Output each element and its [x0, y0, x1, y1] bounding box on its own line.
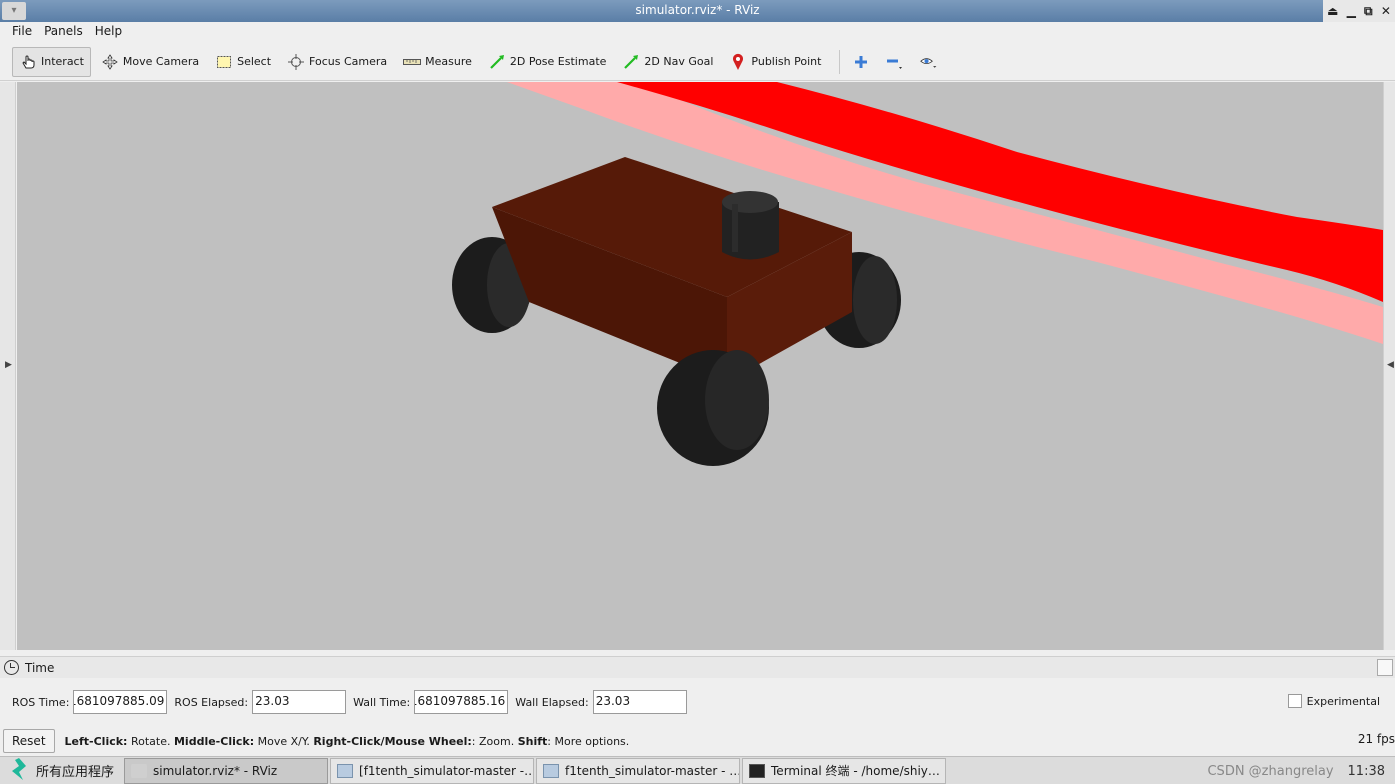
tool-interact[interactable]: Interact	[12, 46, 91, 77]
fps-counter: 21 fps	[1357, 732, 1395, 746]
app-launcher-icon	[10, 757, 28, 784]
task-label: [f1tenth_simulator-master -…	[359, 763, 535, 778]
tool-label: Move Camera	[122, 55, 200, 68]
remove-tool-button[interactable]	[882, 47, 908, 77]
tool-select[interactable]: Select	[209, 47, 277, 77]
ros-elapsed-label: ROS Elapsed:	[174, 695, 249, 709]
task-label: f1tenth_simulator-master - …	[565, 763, 741, 778]
tool-label: 2D Pose Estimate	[509, 55, 607, 68]
restore-up-icon[interactable]: ⏏	[1327, 4, 1338, 18]
tool-measure[interactable]: Measure	[397, 47, 478, 77]
window-title: simulator.rviz* - RViz	[635, 3, 760, 17]
scene-render	[17, 82, 1383, 650]
window-titlebar[interactable]: ▾ simulator.rviz* - RViz ⏏ ▁ ⧉ ✕	[0, 0, 1395, 22]
view-options-button[interactable]	[916, 47, 942, 77]
task-file-manager-2[interactable]: f1tenth_simulator-master - …	[536, 757, 741, 784]
time-panel-title: Time	[25, 660, 55, 675]
rviz-icon	[131, 763, 148, 778]
wall-elapsed-label: Wall Elapsed:	[515, 695, 589, 709]
mouse-hint: Left-Click: Rotate. Middle-Click: Move X…	[64, 734, 630, 748]
toolbar-separator	[839, 49, 841, 74]
tool-publish-point[interactable]: Publish Point	[723, 47, 827, 77]
green-arrow-icon	[488, 54, 506, 70]
right-dock-handle[interactable]: ◀	[1383, 82, 1395, 650]
taskbar: 所有应用程序 simulator.rviz* - RViz [f1tenth_s…	[0, 756, 1395, 784]
menu-help[interactable]: Help	[89, 22, 128, 42]
tool-label: Focus Camera	[309, 55, 388, 68]
ros-elapsed-field[interactable]: 23.03	[252, 690, 347, 714]
green-arrow-icon	[622, 54, 640, 70]
hand-pointer-icon	[19, 54, 37, 70]
focus-crosshair-icon	[287, 53, 305, 70]
render-panel: ▶ ◀	[0, 82, 1395, 650]
tools-toolbar: Interact Move Camera Select Focus Camera…	[0, 43, 1395, 81]
expand-left-icon: ▶	[5, 360, 12, 370]
tool-label: Measure	[425, 55, 472, 68]
tool-label: 2D Nav Goal	[644, 55, 714, 68]
menu-panels[interactable]: Panels	[38, 22, 89, 42]
move-arrows-icon	[101, 53, 119, 70]
window-controls: ⏏ ▁ ⧉ ✕	[1323, 0, 1395, 22]
wall-time-field[interactable]: 1681097885.16	[414, 690, 509, 714]
3d-viewport[interactable]	[17, 82, 1383, 650]
experimental-option[interactable]: Experimental	[1287, 694, 1380, 708]
ruler-icon	[403, 54, 422, 70]
task-terminal[interactable]: Terminal 终端 - /home/shiy…	[742, 757, 947, 784]
ros-time-label: ROS Time:	[12, 695, 70, 709]
task-label: Terminal 终端 - /home/shiy…	[771, 764, 940, 778]
panel-float-button[interactable]	[1377, 659, 1393, 676]
folder-icon	[337, 763, 354, 778]
task-label: simulator.rviz* - RViz	[153, 763, 278, 778]
time-panel-header: Time	[0, 656, 1395, 678]
tool-label: Select	[237, 55, 272, 68]
expand-right-icon: ◀	[1387, 360, 1394, 370]
tool-move-camera[interactable]: Move Camera	[95, 47, 205, 77]
wall-elapsed-field[interactable]: 23.03	[592, 690, 687, 714]
minimize-icon[interactable]: ▁	[1347, 4, 1356, 18]
status-bar: Reset Left-Click: Rotate. Middle-Click: …	[0, 728, 1395, 754]
clock[interactable]: 11:38	[1348, 764, 1385, 779]
wall-time-label: Wall Time:	[353, 695, 411, 709]
plus-icon	[852, 54, 870, 70]
watermark: CSDN @zhangrelay	[1207, 763, 1334, 779]
folder-icon	[543, 763, 560, 778]
eye-icon	[920, 54, 938, 70]
maximize-icon[interactable]: ⧉	[1364, 4, 1373, 19]
menu-file[interactable]: File	[6, 22, 38, 42]
tool-2d-pose-estimate[interactable]: 2D Pose Estimate	[482, 47, 613, 77]
experimental-checkbox[interactable]	[1287, 694, 1302, 708]
reset-button[interactable]: Reset	[3, 729, 55, 753]
minus-icon	[886, 54, 904, 70]
left-dock-handle[interactable]: ▶	[0, 82, 16, 650]
select-box-icon	[215, 54, 233, 70]
add-tool-button[interactable]	[848, 47, 874, 77]
tool-focus-camera[interactable]: Focus Camera	[281, 47, 393, 77]
terminal-icon	[749, 763, 766, 778]
start-label: 所有应用程序	[36, 765, 115, 780]
menu-bar: File Panels Help	[0, 22, 1395, 42]
tool-label: Publish Point	[751, 55, 822, 68]
close-icon[interactable]: ✕	[1381, 4, 1391, 18]
ros-time-field[interactable]: 1681097885.09	[73, 690, 168, 714]
map-pin-icon	[729, 53, 747, 70]
start-menu-button[interactable]: 所有应用程序	[0, 757, 124, 784]
task-file-manager-1[interactable]: [f1tenth_simulator-master -…	[330, 757, 535, 784]
clock-icon	[4, 660, 19, 675]
time-panel-row: ROS Time: 1681097885.09 ROS Elapsed: 23.…	[0, 686, 1395, 718]
experimental-label: Experimental	[1306, 694, 1380, 708]
tool-label: Interact	[41, 55, 84, 68]
system-tray: CSDN @zhangrelay 11:38	[1207, 757, 1395, 784]
tool-2d-nav-goal[interactable]: 2D Nav Goal	[616, 47, 719, 77]
task-rviz[interactable]: simulator.rviz* - RViz	[124, 757, 329, 784]
